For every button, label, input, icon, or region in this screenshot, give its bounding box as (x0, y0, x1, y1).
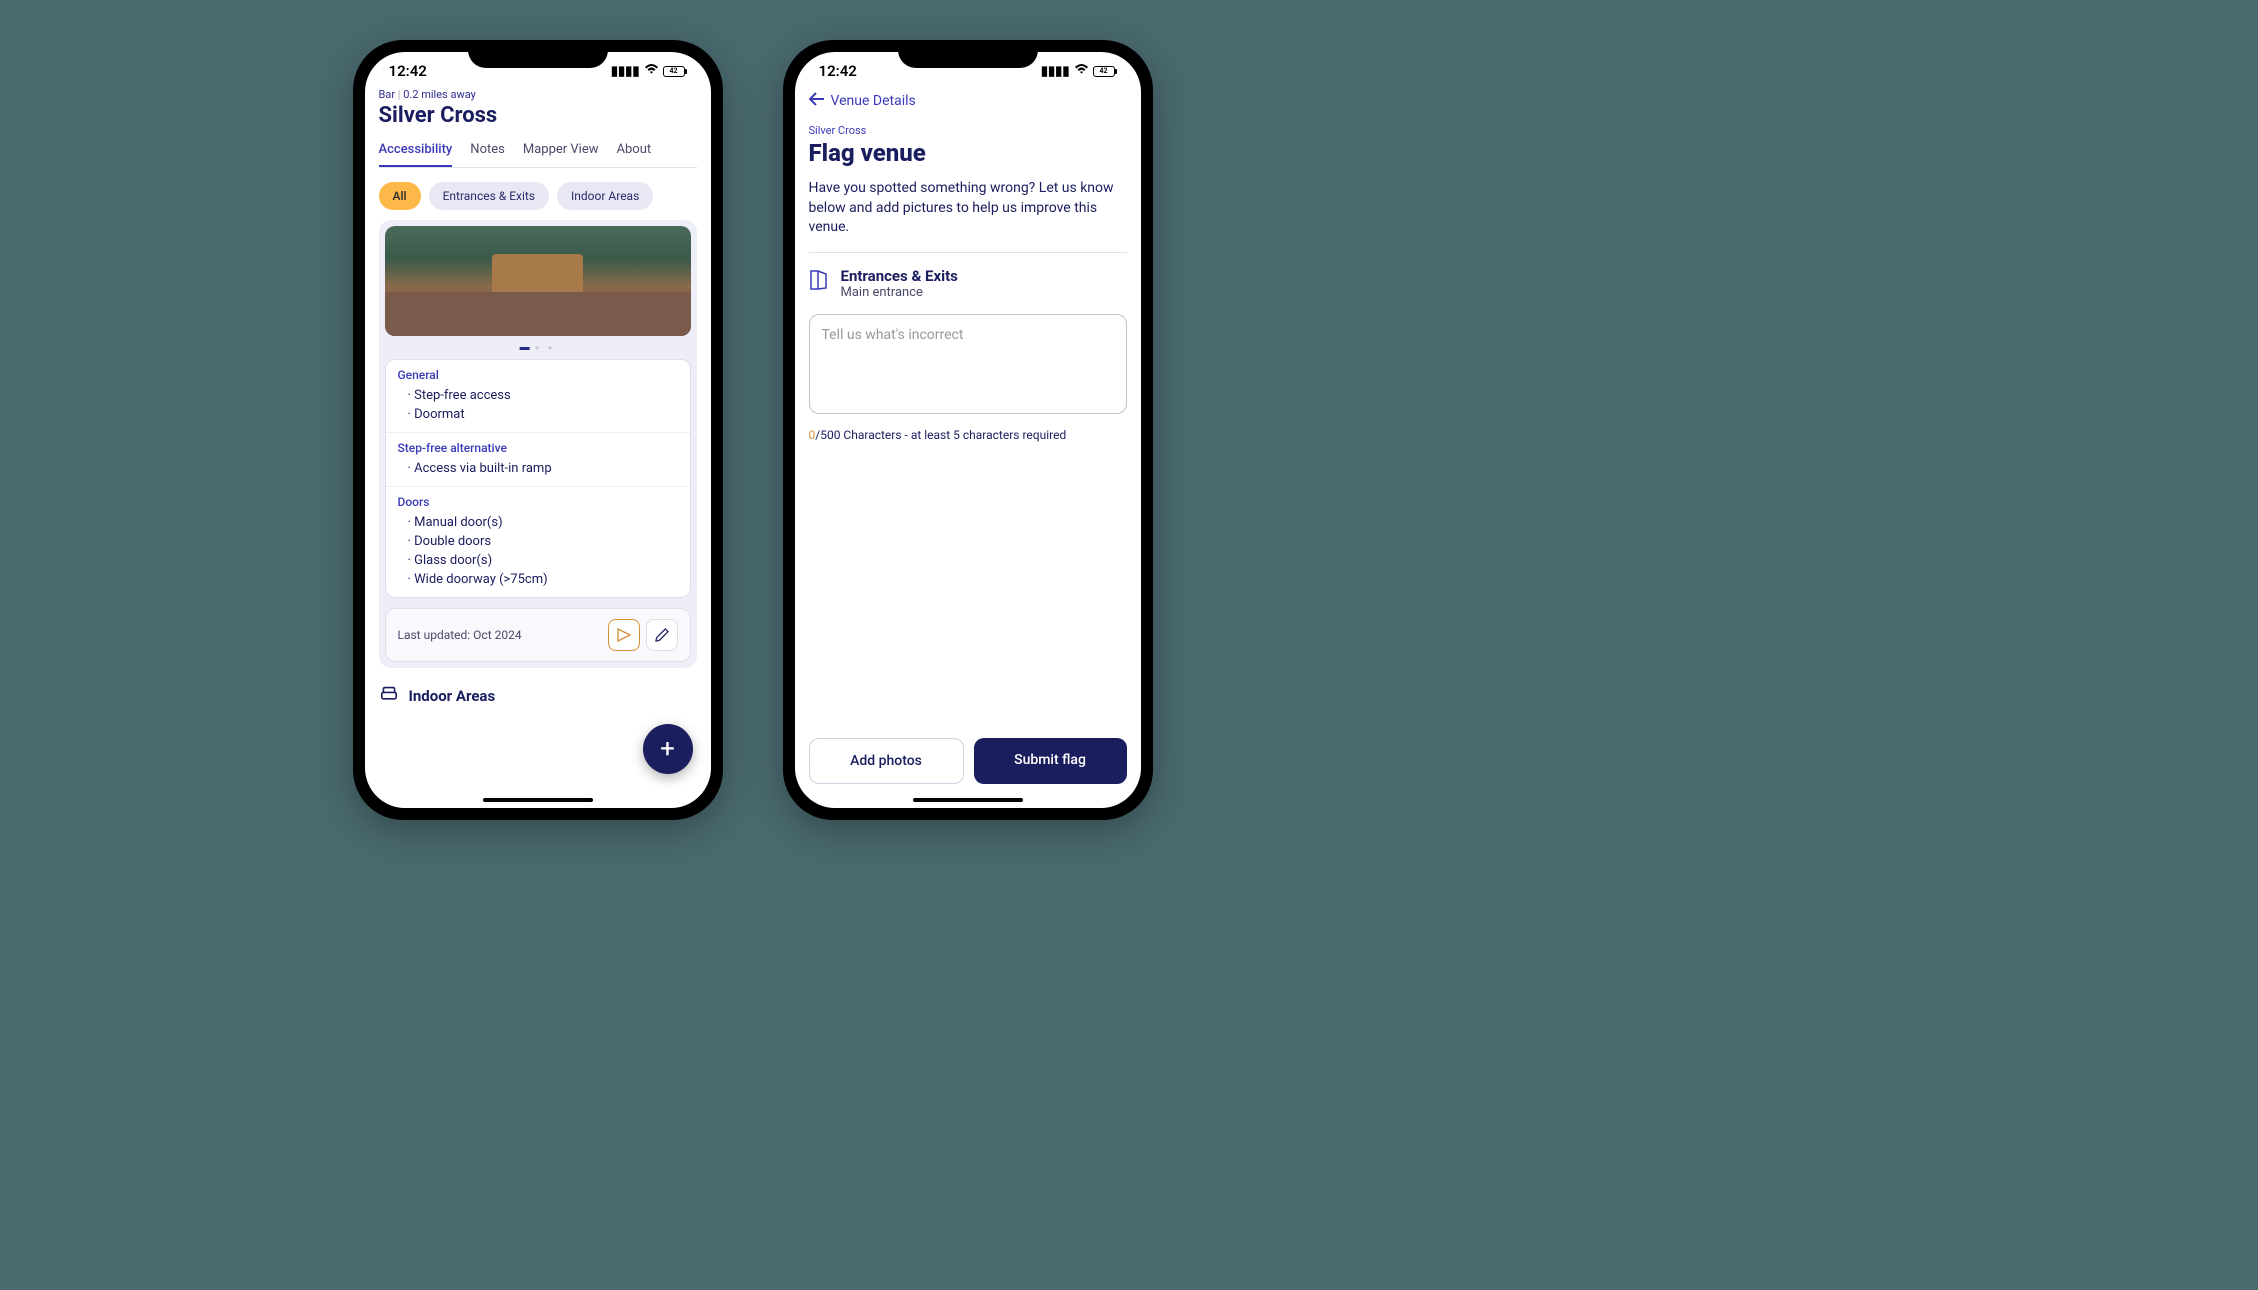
venue-photo[interactable] (385, 226, 691, 336)
tab-mapper-view[interactable]: Mapper View (523, 136, 599, 167)
content-area: Venue Details Silver Cross Flag venue Ha… (795, 84, 1141, 808)
feature-item: Manual door(s) (408, 513, 678, 532)
signal-icon: ▮▮▮▮ (1041, 64, 1070, 79)
edit-button[interactable] (646, 619, 678, 651)
arrow-left-icon (809, 92, 825, 110)
chip-entrances[interactable]: Entrances & Exits (429, 182, 549, 210)
flag-reason-input[interactable] (809, 314, 1127, 414)
wifi-icon (1074, 64, 1089, 79)
page-description: Have you spotted something wrong? Let us… (809, 179, 1127, 253)
indoor-areas-header: Indoor Areas (379, 686, 697, 706)
accessibility-panel: ▬ ● ● General Step-free access Doormat S… (379, 220, 697, 668)
chip-all[interactable]: All (379, 182, 421, 210)
flag-section-sub: Main entrance (841, 285, 958, 300)
tabs: Accessibility Notes Mapper View About (379, 136, 697, 168)
feature-item: Doormat (408, 405, 678, 424)
tab-notes[interactable]: Notes (470, 136, 505, 167)
content-area: Bar0.2 miles away Silver Cross Accessibi… (365, 84, 711, 808)
battery-icon: 42 (663, 66, 687, 77)
flag-section: Entrances & Exits Main entrance (809, 267, 1127, 300)
sofa-icon (379, 686, 399, 706)
section-heading: Doors (398, 495, 678, 509)
flag-button[interactable] (608, 619, 640, 651)
char-counter: 0/500 Characters - at least 5 characters… (809, 428, 1127, 442)
tab-about[interactable]: About (617, 136, 652, 167)
signal-icon: ▮▮▮▮ (611, 64, 640, 79)
section-heading: General (398, 368, 678, 382)
last-updated: Last updated: Oct 2024 (398, 628, 522, 642)
section-heading: Step-free alternative (398, 441, 678, 455)
wifi-icon (644, 64, 659, 79)
status-icons: ▮▮▮▮ 42 (1041, 64, 1117, 79)
chip-indoor[interactable]: Indoor Areas (557, 182, 653, 210)
char-limit-text: /500 Characters - at least 5 characters … (815, 428, 1066, 442)
back-label: Venue Details (831, 93, 916, 109)
home-indicator[interactable] (483, 798, 593, 802)
submit-flag-button[interactable]: Submit flag (974, 738, 1127, 784)
screen-venue-detail: 12:42 ▮▮▮▮ 42 Bar0.2 miles away Silver C… (365, 52, 711, 808)
venue-distance: 0.2 miles away (403, 88, 476, 101)
updated-row: Last updated: Oct 2024 (385, 608, 691, 662)
back-button[interactable]: Venue Details (809, 92, 1127, 110)
venue-meta: Bar0.2 miles away (379, 88, 697, 101)
battery-icon: 42 (1093, 66, 1117, 77)
venue-title: Silver Cross (379, 103, 697, 128)
action-buttons: Add photos Submit flag (809, 738, 1127, 784)
venue-subtle: Silver Cross (809, 124, 1127, 137)
feature-item: Double doors (408, 532, 678, 551)
phone-left: 12:42 ▮▮▮▮ 42 Bar0.2 miles away Silver C… (353, 40, 723, 820)
feature-item: Step-free access (408, 386, 678, 405)
page-title: Flag venue (809, 139, 1127, 167)
feature-item: Glass door(s) (408, 551, 678, 570)
notch (898, 40, 1038, 68)
tab-accessibility[interactable]: Accessibility (379, 136, 453, 167)
add-photos-button[interactable]: Add photos (809, 738, 964, 784)
indoor-areas-label: Indoor Areas (409, 687, 496, 705)
feature-item: Wide doorway (>75cm) (408, 570, 678, 589)
status-icons: ▮▮▮▮ 42 (611, 64, 687, 79)
status-time: 12:42 (389, 62, 427, 80)
status-time: 12:42 (819, 62, 857, 80)
feature-card: General Step-free access Doormat Step-fr… (385, 359, 691, 598)
home-indicator[interactable] (913, 798, 1023, 802)
carousel-dots[interactable]: ▬ ● ● (385, 342, 691, 353)
filter-chips: All Entrances & Exits Indoor Areas (379, 182, 697, 210)
notch (468, 40, 608, 68)
screen-flag-venue: 12:42 ▮▮▮▮ 42 Venue Details Silver Cross… (795, 52, 1141, 808)
section-doors: Doors Manual door(s) Double doors Glass … (386, 487, 690, 597)
add-fab[interactable]: + (643, 724, 693, 774)
section-stepfree: Step-free alternative Access via built-i… (386, 433, 690, 487)
venue-category: Bar (379, 88, 404, 101)
flag-section-title: Entrances & Exits (841, 267, 958, 285)
section-general: General Step-free access Doormat (386, 360, 690, 433)
feature-item: Access via built-in ramp (408, 459, 678, 478)
door-icon (809, 269, 829, 296)
phone-right: 12:42 ▮▮▮▮ 42 Venue Details Silver Cross… (783, 40, 1153, 820)
